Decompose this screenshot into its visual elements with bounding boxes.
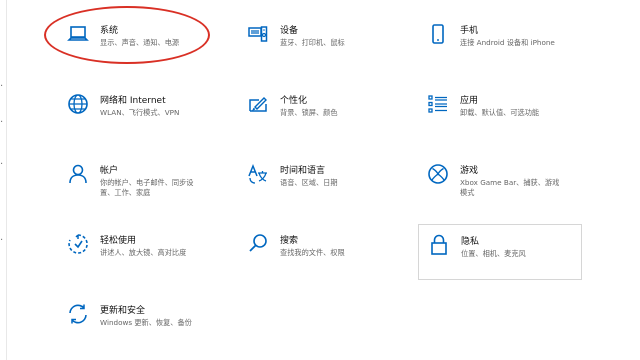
tile-description: 卸载、默认值、可选功能 xyxy=(460,108,540,117)
tile-update-security[interactable]: 更新和安全 Windows 更新、恢复、备份 xyxy=(58,294,218,340)
tile-description: 位置、相机、麦克风 xyxy=(461,249,526,258)
tile-title: 轻松使用 xyxy=(100,236,137,246)
tile-title: 系统 xyxy=(100,26,119,36)
tile-description: WLAN、飞行模式、VPN xyxy=(100,108,180,117)
tile-title: 搜索 xyxy=(280,236,299,246)
tile-gaming[interactable]: 游戏 Xbox Game Bar、捕获、游戏 模式 xyxy=(418,154,588,208)
person-icon xyxy=(66,162,90,186)
tile-description: 讲述人、放大镜、高对比度 xyxy=(100,248,187,257)
tile-description-line2: 置、工作、家庭 xyxy=(100,188,151,197)
tile-title: 个性化 xyxy=(280,96,308,106)
tile-description: Windows 更新、恢复、备份 xyxy=(100,318,192,327)
tile-search[interactable]: 搜索 查找我的文件、权限 xyxy=(238,224,398,270)
tile-description: 你的帐户、电子邮件、同步设 xyxy=(100,178,194,187)
settings-home: · · · · 系统 显示、声音、通知、电源 设备 蓝牙、打印机、鼠标 手机 连… xyxy=(0,0,640,360)
tile-phone[interactable]: 手机 连接 Android 设备和 iPhone xyxy=(418,14,588,60)
tile-ease-of-access[interactable]: 轻松使用 讲述人、放大镜、高对比度 xyxy=(58,224,218,270)
edge-mark: · xyxy=(0,159,4,170)
tile-description: 背景、锁屏、颜色 xyxy=(280,108,338,117)
tile-description: 显示、声音、通知、电源 xyxy=(100,38,180,47)
phone-icon xyxy=(426,22,450,46)
edge-mark: · xyxy=(0,81,4,92)
magnifier-icon xyxy=(246,232,270,256)
tile-description: 查找我的文件、权限 xyxy=(280,248,345,257)
tile-title: 时间和语言 xyxy=(280,166,326,176)
lock-icon xyxy=(427,233,451,257)
tile-devices[interactable]: 设备 蓝牙、打印机、鼠标 xyxy=(238,14,398,60)
ease-of-access-icon xyxy=(66,232,90,256)
tile-title: 应用 xyxy=(460,96,479,106)
window-left-edge: · · · · xyxy=(0,0,7,360)
tile-time-language[interactable]: 时间和语言 语音、区域、日期 xyxy=(238,154,398,200)
edge-mark: · xyxy=(0,117,4,128)
laptop-icon xyxy=(66,22,90,46)
keyboard-speaker-icon xyxy=(246,22,270,46)
tile-description: 语音、区域、日期 xyxy=(280,178,338,187)
tile-title: 手机 xyxy=(460,26,479,36)
tile-personalization[interactable]: 个性化 背景、锁屏、颜色 xyxy=(238,84,398,130)
tile-title: 隐私 xyxy=(461,237,480,247)
tile-network[interactable]: 网络和 Internet WLAN、飞行模式、VPN xyxy=(58,84,218,130)
tile-apps[interactable]: 应用 卸载、默认值、可选功能 xyxy=(418,84,588,130)
tile-description: 蓝牙、打印机、鼠标 xyxy=(280,38,345,47)
tile-accounts[interactable]: 帐户 你的帐户、电子邮件、同步设 置、工作、家庭 xyxy=(58,154,218,208)
tile-system[interactable]: 系统 显示、声音、通知、电源 xyxy=(58,14,218,60)
paint-brush-icon xyxy=(246,92,270,116)
apps-list-icon xyxy=(426,92,450,116)
tile-title: 设备 xyxy=(280,26,299,36)
tile-title: 帐户 xyxy=(100,166,119,176)
tile-title: 游戏 xyxy=(460,166,479,176)
tile-title: 更新和安全 xyxy=(100,306,146,316)
globe-icon xyxy=(66,92,90,116)
sync-arrows-icon xyxy=(66,302,90,326)
edge-mark: · xyxy=(0,235,4,246)
xbox-icon xyxy=(426,162,450,186)
time-language-icon xyxy=(246,162,270,186)
tile-description: 连接 Android 设备和 iPhone xyxy=(460,38,555,47)
tile-description: Xbox Game Bar、捕获、游戏 xyxy=(460,178,560,187)
tile-description-line2: 模式 xyxy=(460,188,475,197)
tile-privacy[interactable]: 隐私 位置、相机、麦克风 xyxy=(418,224,582,280)
tile-title: 网络和 Internet xyxy=(100,96,166,106)
